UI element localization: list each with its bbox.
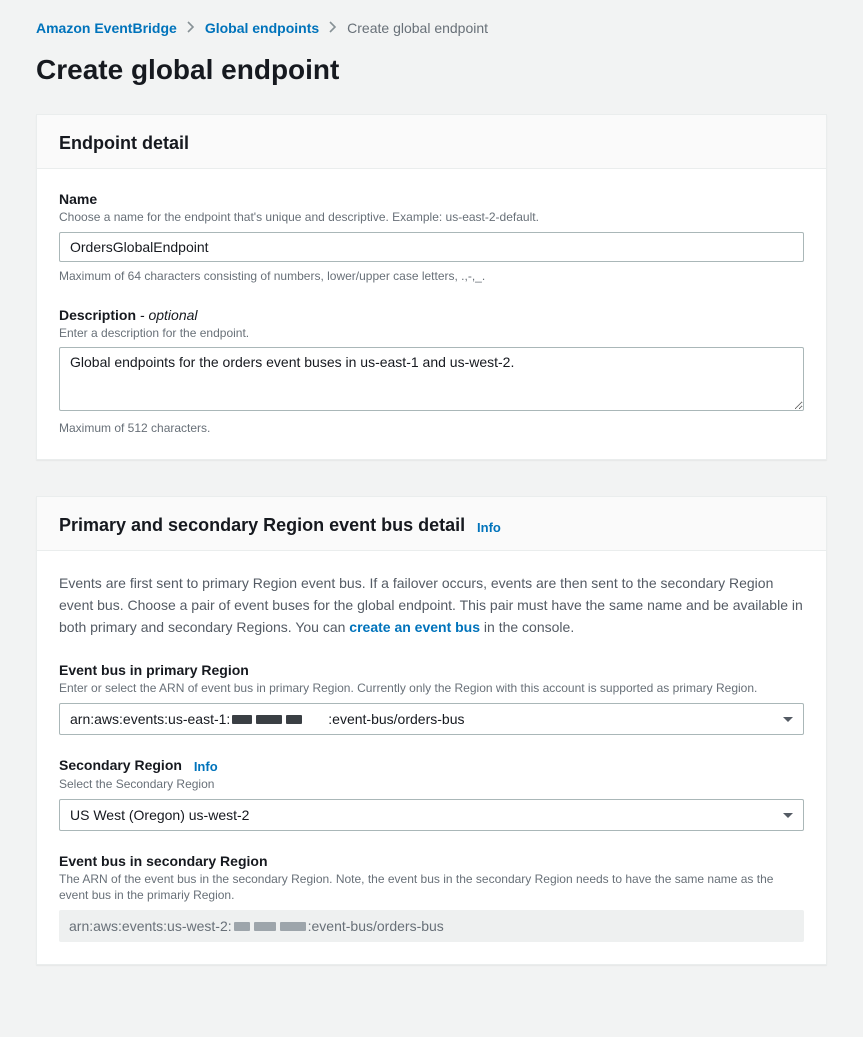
primary-bus-hint: Enter or select the ARN of event bus in … (59, 680, 804, 697)
panel-endpoint-detail: Endpoint detail Name Choose a name for t… (36, 114, 827, 460)
region-intro-text: Events are first sent to primary Region … (59, 573, 804, 638)
name-hint: Choose a name for the endpoint that's un… (59, 209, 804, 226)
name-input[interactable] (59, 232, 804, 262)
description-hint: Enter a description for the endpoint. (59, 325, 804, 342)
page-title: Create global endpoint (36, 54, 827, 86)
secondary-bus-display: arn:aws:events:us-west-2: :event-bus/ord… (59, 910, 804, 942)
field-secondary-region: Secondary Region Info Select the Seconda… (59, 757, 804, 831)
secondary-region-label: Secondary Region (59, 757, 182, 773)
name-label: Name (59, 191, 804, 207)
create-event-bus-link[interactable]: create an event bus (349, 619, 480, 635)
secondary-bus-label: Event bus in secondary Region (59, 853, 804, 869)
description-textarea[interactable] (59, 347, 804, 411)
chevron-right-icon (187, 20, 195, 36)
secondary-region-hint: Select the Secondary Region (59, 776, 804, 793)
secondary-bus-value-prefix: arn:aws:events:us-west-2: (69, 918, 232, 934)
redacted-text (254, 922, 276, 931)
panel-region-detail: Primary and secondary Region event bus d… (36, 496, 827, 965)
info-link-secondary-region[interactable]: Info (194, 759, 218, 774)
secondary-region-select[interactable]: US West (Oregon) us-west-2 (59, 799, 804, 831)
description-constraint: Maximum of 512 characters. (59, 420, 804, 437)
description-label: Description (59, 307, 136, 323)
field-name: Name Choose a name for the endpoint that… (59, 191, 804, 285)
primary-bus-value-suffix: :event-bus/orders-bus (328, 711, 464, 727)
breadcrumb-root[interactable]: Amazon EventBridge (36, 20, 177, 36)
redacted-text (286, 715, 302, 724)
description-optional: - optional (136, 307, 197, 323)
info-link-region-panel[interactable]: Info (477, 520, 501, 535)
chevron-right-icon (329, 20, 337, 36)
secondary-bus-value-suffix: :event-bus/orders-bus (308, 918, 444, 934)
primary-bus-value-prefix: arn:aws:events:us-east-1: (70, 711, 230, 727)
field-primary-bus: Event bus in primary Region Enter or sel… (59, 662, 804, 735)
primary-bus-select[interactable]: arn:aws:events:us-east-1: :event-bus/ord… (59, 703, 804, 735)
field-secondary-bus: Event bus in secondary Region The ARN of… (59, 853, 804, 943)
field-description: Description - optional Enter a descripti… (59, 307, 804, 438)
redacted-text (232, 715, 252, 724)
panel-title-region-detail: Primary and secondary Region event bus d… (59, 515, 465, 535)
redacted-text (256, 715, 282, 724)
region-intro-post: in the console. (480, 619, 574, 635)
name-constraint: Maximum of 64 characters consisting of n… (59, 268, 804, 285)
secondary-bus-hint: The ARN of the event bus in the secondar… (59, 871, 804, 905)
primary-bus-label: Event bus in primary Region (59, 662, 804, 678)
redacted-text (234, 922, 250, 931)
panel-title-endpoint-detail: Endpoint detail (59, 133, 189, 153)
redacted-text (280, 922, 306, 931)
breadcrumb-global-endpoints[interactable]: Global endpoints (205, 20, 319, 36)
breadcrumb-current: Create global endpoint (347, 20, 488, 36)
breadcrumb: Amazon EventBridge Global endpoints Crea… (36, 20, 827, 36)
